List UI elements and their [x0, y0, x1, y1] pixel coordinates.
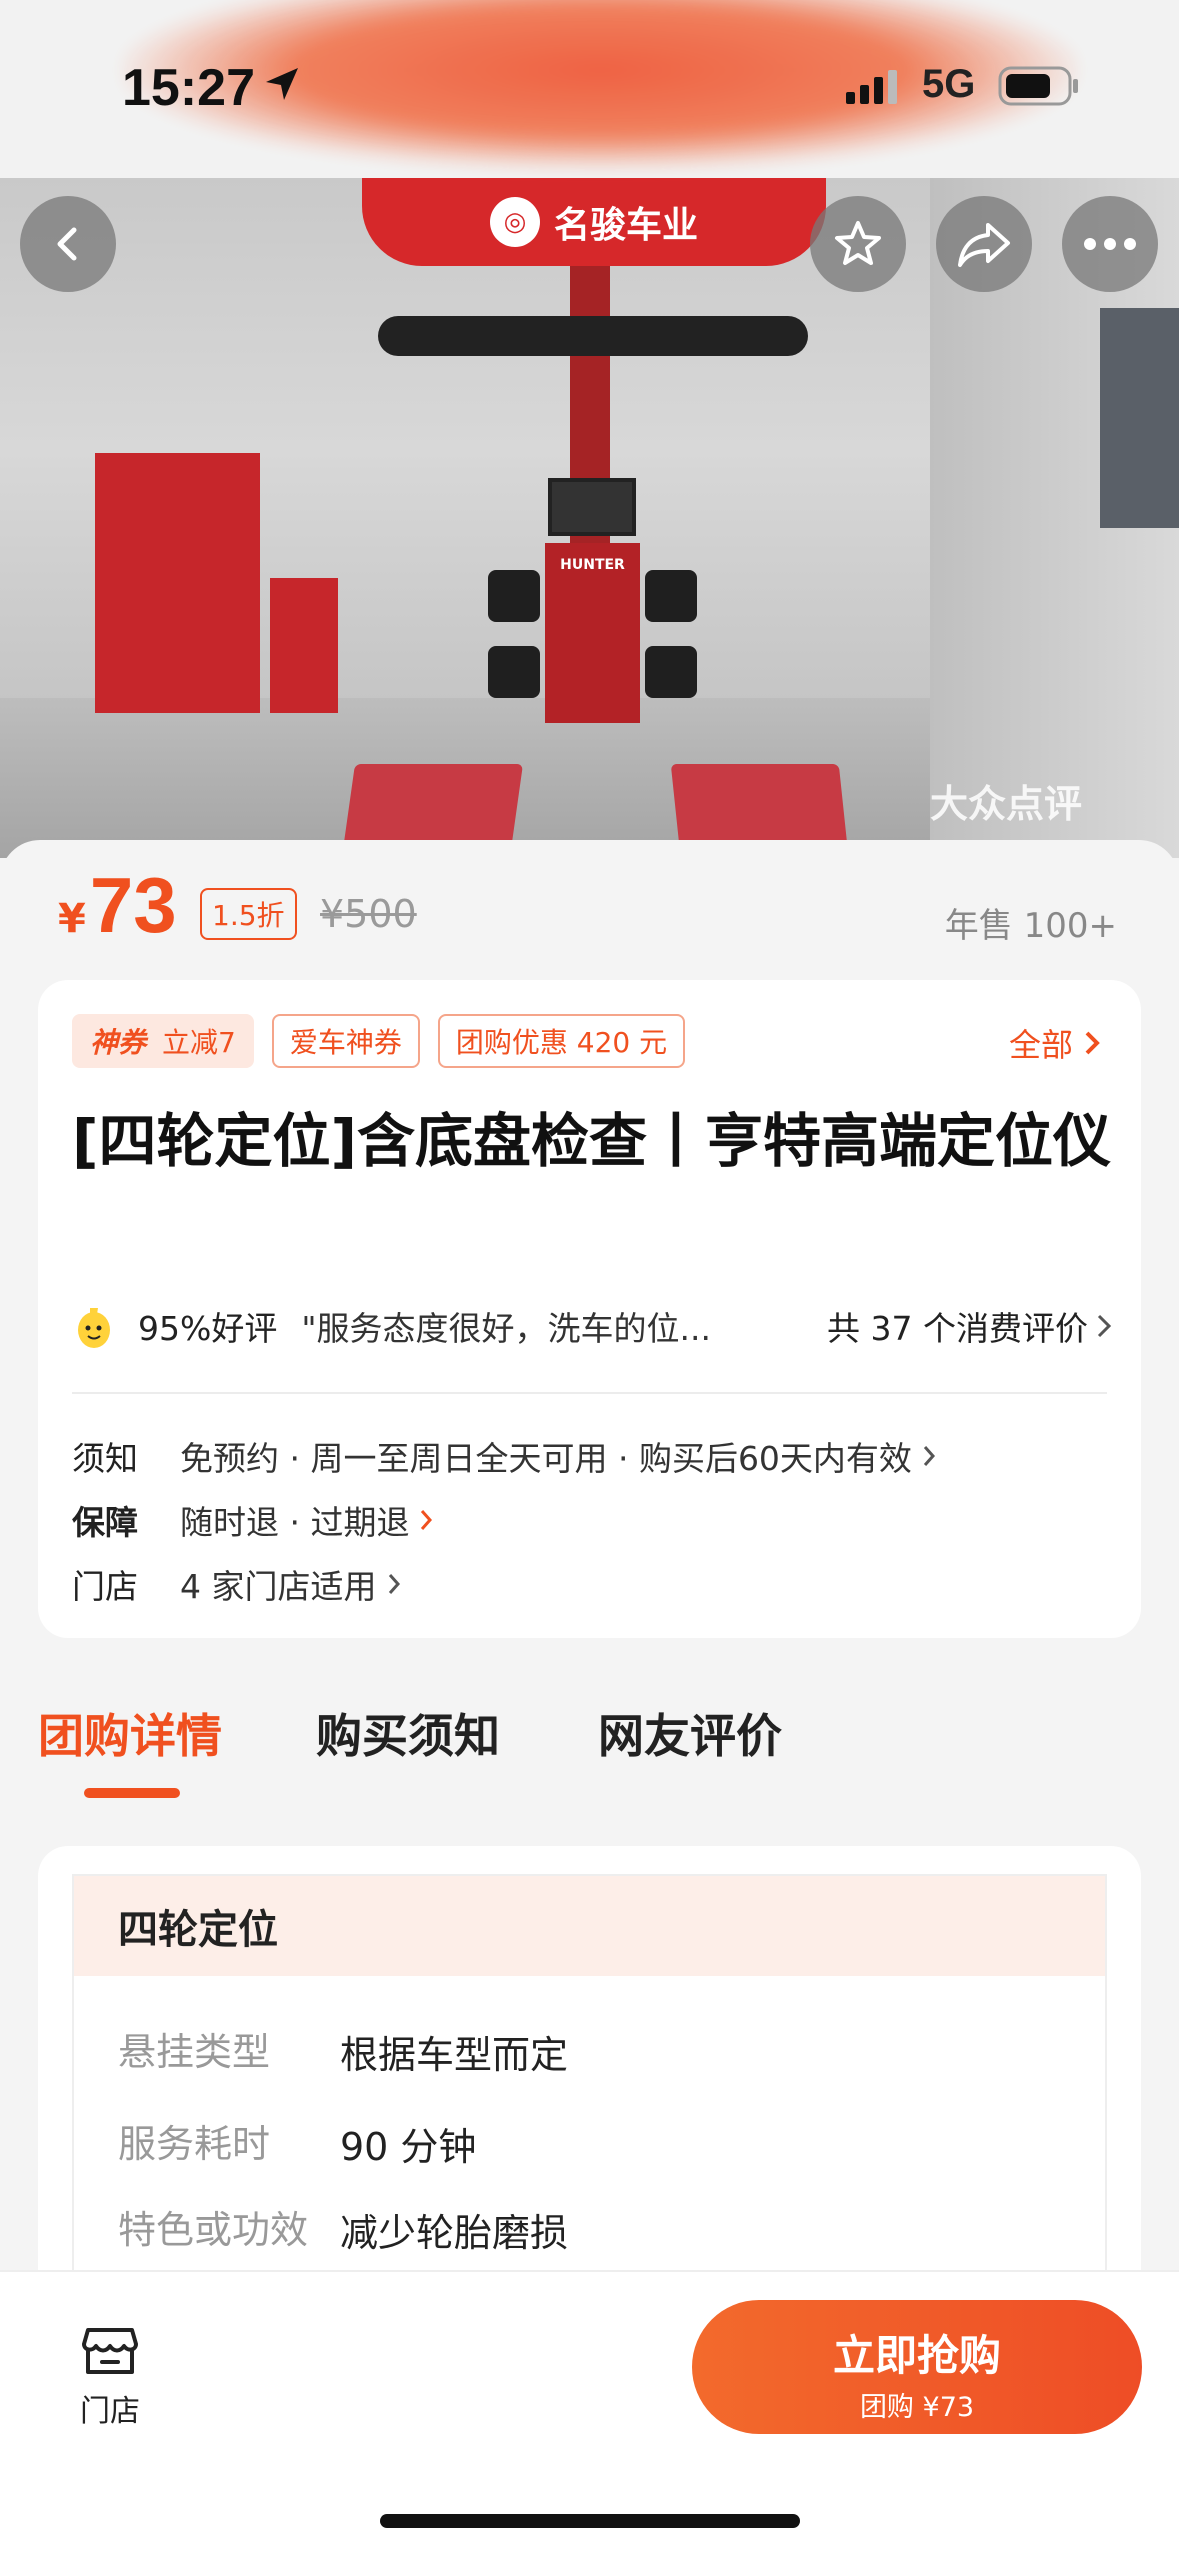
- review-total[interactable]: 共 37 个消费评价: [827, 1302, 1112, 1350]
- status-bar: 15:27 5G: [0, 0, 1179, 178]
- network-label: 5G: [922, 62, 976, 106]
- thumbs-up-icon: [78, 1308, 110, 1348]
- all-coupons-link[interactable]: 全部: [1009, 1020, 1101, 1066]
- detail-heading: 四轮定位: [74, 1876, 1105, 1976]
- coupon-tags[interactable]: 神券 立减7 爱车神券 团购优惠 420 元: [72, 1014, 686, 1068]
- discount-badge: 1.5折: [200, 888, 297, 940]
- coupon-tag-car[interactable]: 爱车神券: [271, 1014, 420, 1068]
- battery-icon: [998, 66, 1078, 106]
- buy-now-price: 团购 ¥73: [859, 2392, 975, 2423]
- location-arrow-icon: [266, 68, 298, 100]
- brand-logo-icon: ◎: [489, 197, 540, 247]
- favorite-button[interactable]: [810, 196, 906, 292]
- deal-info-card: 神券 立减7 爱车神券 团购优惠 420 元 全部 [四轮定位]含底盘检查丨亨特…: [38, 980, 1141, 1638]
- tab-indicator: [84, 1788, 180, 1798]
- divider: [72, 1392, 1107, 1394]
- store-button[interactable]: 门店: [70, 2320, 150, 2430]
- review-quote: "服务态度很好，洗车的位...: [301, 1309, 712, 1348]
- chevron-right-icon: [1097, 1314, 1112, 1338]
- watermark: 大众点评: [930, 782, 1083, 826]
- review-summary[interactable]: 95%好评 "服务态度很好，洗车的位... 共 37 个消费评价: [72, 1298, 1112, 1354]
- chevron-right-icon: [421, 1510, 433, 1530]
- more-icon: [1084, 238, 1136, 250]
- tab-purchase-notice[interactable]: 购买须知: [316, 1700, 500, 1766]
- signal-icon: [846, 70, 897, 104]
- brand-banner: ◎ 名骏车业: [362, 178, 826, 266]
- detail-row: 服务耗时 90 分钟: [118, 2121, 477, 2170]
- home-indicator[interactable]: [380, 2514, 800, 2528]
- machine-label: HUNTER: [560, 557, 625, 573]
- back-button[interactable]: [20, 196, 116, 292]
- brand-name: 名骏车业: [553, 205, 698, 246]
- sales-count: 年售 100+: [944, 906, 1117, 946]
- store-icon: [82, 2328, 138, 2374]
- info-row-notice[interactable]: 须知 免预约 · 周一至周日全天可用 · 购买后60天内有效: [72, 1432, 936, 1480]
- chevron-right-icon: [923, 1446, 935, 1466]
- detail-row: 悬挂类型 根据车型而定: [118, 2029, 569, 2078]
- section-tabs: 团购详情 购买须知 网友评价: [38, 1700, 1138, 1810]
- share-icon: [958, 223, 1010, 267]
- status-time: 15:27: [122, 59, 255, 117]
- coupon-tag-groupbuy[interactable]: 团购优惠 420 元: [437, 1014, 686, 1068]
- detail-row: 特色或功效 减少轮胎磨损: [118, 2207, 569, 2256]
- info-row-guarantee[interactable]: 保障 随时退 · 过期退: [72, 1496, 433, 1544]
- review-rate: 95%好评: [138, 1309, 278, 1348]
- product-title: [四轮定位]含底盘检查丨亨特高端定位仪: [72, 1107, 1112, 1175]
- buy-now-button[interactable]: 立即抢购 团购 ¥73: [692, 2300, 1142, 2434]
- chevron-right-icon: [388, 1574, 400, 1594]
- info-row-stores[interactable]: 门店 4 家门店适用: [72, 1560, 401, 1608]
- tab-deal-details[interactable]: 团购详情: [38, 1700, 222, 1766]
- original-price: ¥500: [320, 892, 417, 936]
- price-current: ¥ 73: [58, 861, 177, 949]
- coupon-tag-shenquan[interactable]: 神券 立减7: [72, 1014, 254, 1068]
- store-label: 门店: [80, 2394, 140, 2429]
- back-icon: [57, 227, 77, 261]
- buy-now-label: 立即抢购: [832, 2331, 1001, 2380]
- more-button[interactable]: [1062, 196, 1158, 292]
- share-button[interactable]: [936, 196, 1032, 292]
- chevron-right-icon: [1085, 1031, 1100, 1055]
- star-icon: [835, 221, 881, 265]
- tab-user-reviews[interactable]: 网友评价: [598, 1700, 782, 1766]
